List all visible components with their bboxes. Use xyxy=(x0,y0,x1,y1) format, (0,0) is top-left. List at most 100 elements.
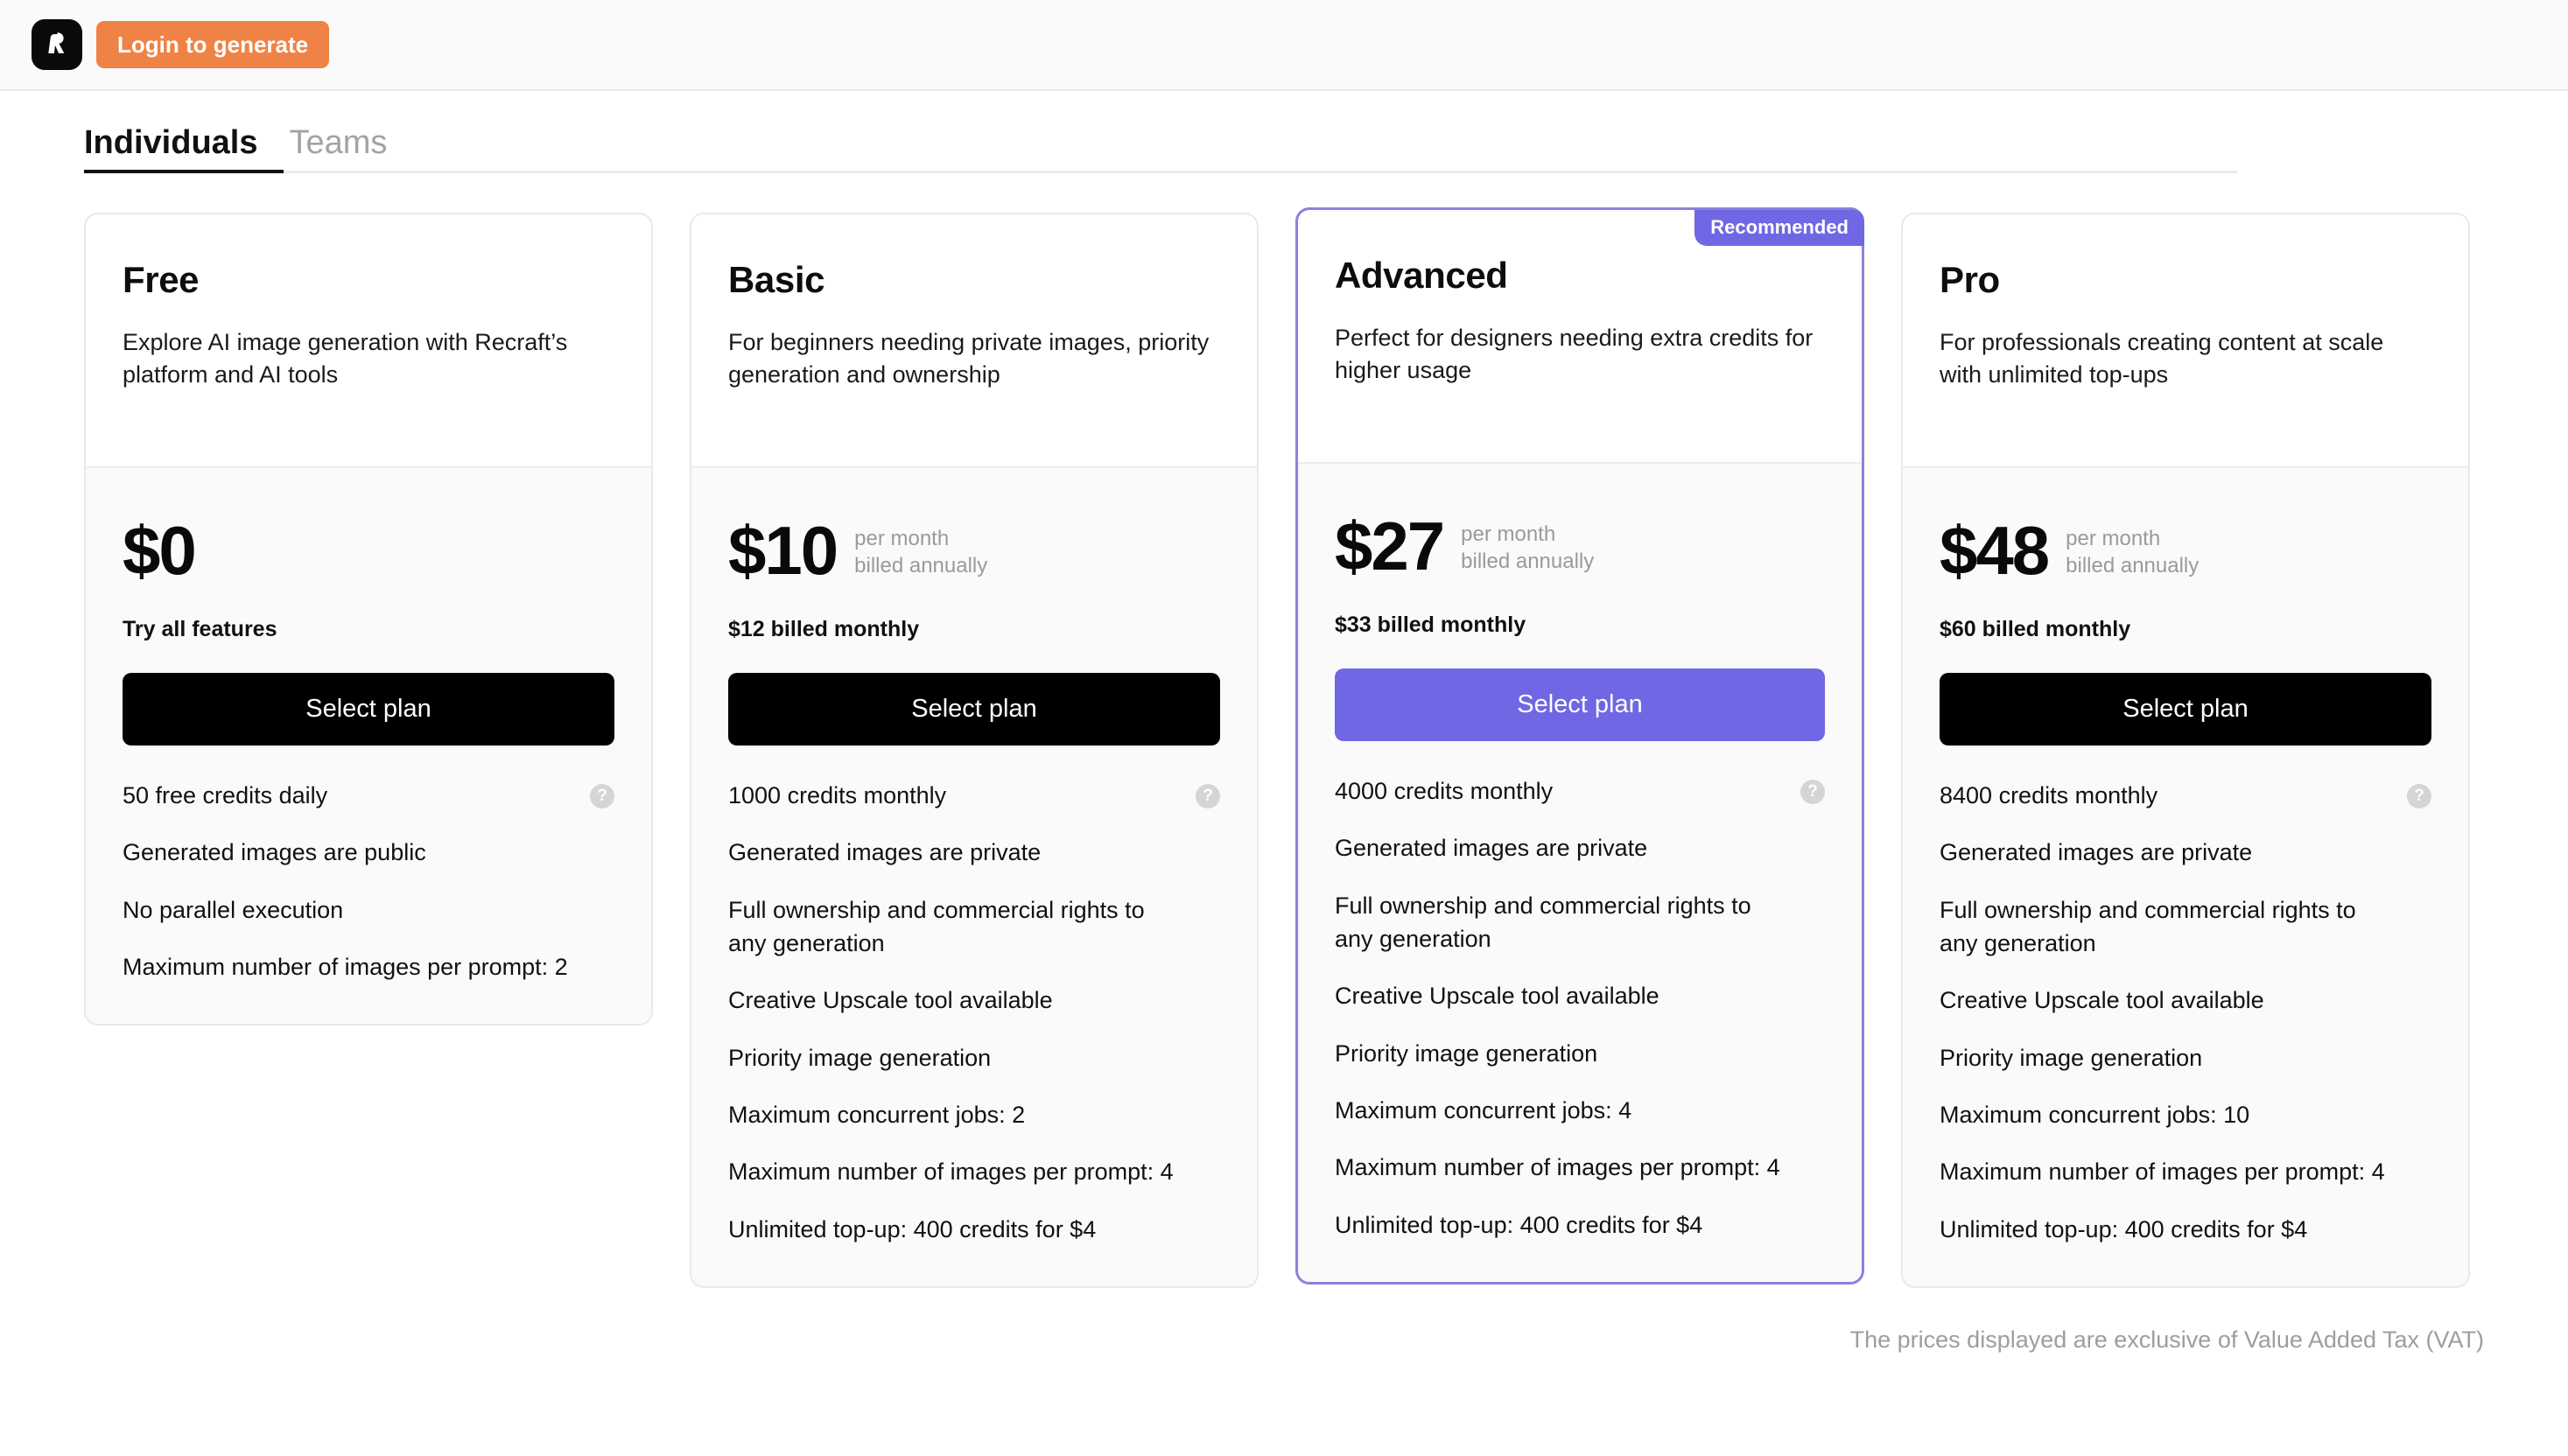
billed-note: Try all features xyxy=(123,616,277,641)
select-plan-button[interactable]: Select plan xyxy=(728,672,1220,746)
feature-item: Maximum concurrent jobs: 4 xyxy=(1335,1094,1825,1127)
feature-label: Maximum concurrent jobs: 4 xyxy=(1335,1096,1632,1124)
feature-item: Maximum concurrent jobs: 2 xyxy=(728,1098,1220,1131)
help-circle-icon[interactable]: ? xyxy=(1196,783,1220,808)
feature-item: Unlimited top-up: 400 credits for $4 xyxy=(1940,1213,2431,1246)
plan-title: Free xyxy=(123,258,200,300)
feature-item: Generated images are public xyxy=(123,836,614,869)
tab-individuals[interactable]: Individuals xyxy=(84,125,257,161)
feature-item: Full ownership and commercial rights to … xyxy=(728,893,1220,961)
feature-label: Maximum concurrent jobs: 10 xyxy=(1940,1101,2250,1128)
select-plan-button[interactable]: Select plan xyxy=(1335,668,1825,741)
price-row: $10 per month billed annually xyxy=(728,514,1220,587)
feature-label: Full ownership and commercial rights to … xyxy=(728,896,1145,956)
feature-label: No parallel execution xyxy=(123,896,344,923)
plan-card: Pro For professionals creating content at… xyxy=(1901,212,2470,1288)
price-period-line1: per month xyxy=(854,526,950,550)
feature-item: Generated images are private xyxy=(728,836,1220,869)
feature-item: Maximum number of images per prompt: 4 xyxy=(728,1155,1220,1188)
price-period-line2: billed annually xyxy=(1461,549,1595,573)
feature-item: Full ownership and commercial rights to … xyxy=(1940,893,2431,961)
feature-list: 50 free credits daily? Generated images a… xyxy=(123,779,614,984)
feature-label: Maximum number of images per prompt: 4 xyxy=(1940,1158,2385,1186)
tab-teams[interactable]: Teams xyxy=(289,125,387,161)
feature-item: Creative Upscale tool available xyxy=(1335,979,1825,1012)
plan-title: Basic xyxy=(728,258,825,300)
billed-note: $33 billed monthly xyxy=(1335,612,1526,637)
plan-description: For beginners needing private images, pr… xyxy=(728,328,1210,388)
feature-label: 4000 credits monthly xyxy=(1335,777,1554,804)
plan-title: Advanced xyxy=(1335,254,1508,296)
plan-description: For professionals creating content at sc… xyxy=(1940,328,2384,388)
help-circle-icon[interactable]: ? xyxy=(1800,779,1825,804)
plan-card: Free Explore AI image generation with Rec… xyxy=(84,212,653,1026)
pricing-plans-grid: Free Explore AI image generation with Rec… xyxy=(0,173,2568,1288)
recraft-logo-icon[interactable] xyxy=(32,19,82,70)
feature-label: Unlimited top-up: 400 credits for $4 xyxy=(728,1215,1097,1242)
feature-label: Creative Upscale tool available xyxy=(1335,983,1659,1010)
billed-note: $60 billed monthly xyxy=(1940,616,2131,641)
plan-header: Pro For professionals creating content at… xyxy=(1903,214,2468,468)
login-to-generate-button[interactable]: Login to generate xyxy=(96,21,330,68)
price-amount: $10 xyxy=(728,511,838,589)
feature-item: Maximum number of images per prompt: 4 xyxy=(1940,1155,2431,1188)
plan-card: Basic For beginners needing private image… xyxy=(690,212,1259,1288)
feature-label: Maximum number of images per prompt: 4 xyxy=(1335,1154,1780,1181)
tabs-active-indicator xyxy=(84,169,284,173)
help-circle-icon[interactable]: ? xyxy=(2407,783,2431,808)
feature-item: 4000 credits monthly? xyxy=(1335,774,1825,808)
feature-item: Creative Upscale tool available xyxy=(728,984,1220,1017)
plan-body: $10 per month billed annually $12 billed mo… xyxy=(691,467,1257,1286)
feature-label: Maximum number of images per prompt: 4 xyxy=(728,1158,1174,1186)
feature-item: Generated images are private xyxy=(1940,836,2431,869)
feature-item: Creative Upscale tool available xyxy=(1940,984,2431,1017)
price-amount: $48 xyxy=(1940,511,2050,589)
feature-list: 4000 credits monthly? Generated images ar… xyxy=(1335,774,1825,1242)
plan-card: Recommended Advanced Perfect for designers… xyxy=(1295,206,1864,1284)
feature-label: Creative Upscale tool available xyxy=(1940,987,2264,1014)
plan-body: $0 Try all features Select plan 50 free cre… xyxy=(86,467,651,1025)
feature-item: Maximum concurrent jobs: 10 xyxy=(1940,1098,2431,1131)
select-plan-button[interactable]: Select plan xyxy=(123,672,614,746)
feature-label: Generated images are public xyxy=(123,839,426,866)
feature-list: 1000 credits monthly? Generated images ar… xyxy=(728,779,1220,1246)
price-period-line1: per month xyxy=(2066,526,2161,550)
feature-label: Priority image generation xyxy=(1940,1044,2203,1071)
vat-note: The prices displayed are exclusive of Va… xyxy=(1849,1326,2484,1353)
feature-label: 50 free credits daily xyxy=(123,781,328,808)
price-row: $27 per month billed annually xyxy=(1335,509,1825,583)
price-period: per month billed annually xyxy=(1461,517,1594,575)
feature-item: Maximum number of images per prompt: 2 xyxy=(123,950,614,984)
price-amount: $27 xyxy=(1335,507,1445,584)
feature-label: Maximum concurrent jobs: 2 xyxy=(728,1101,1026,1128)
feature-label: Generated images are private xyxy=(728,839,1042,866)
price-period: per month billed annually xyxy=(854,522,987,579)
price-row: $48 per month billed annually xyxy=(1940,514,2431,587)
feature-item: Maximum number of images per prompt: 4 xyxy=(1335,1151,1825,1184)
plan-header: Free Explore AI image generation with Rec… xyxy=(86,214,651,468)
select-plan-button[interactable]: Select plan xyxy=(1940,672,2431,746)
feature-item: Unlimited top-up: 400 credits for $4 xyxy=(728,1213,1220,1246)
plan-title: Pro xyxy=(1940,258,2000,300)
plan-description: Explore AI image generation with Recraft… xyxy=(123,328,568,388)
feature-label: Priority image generation xyxy=(728,1044,992,1071)
plan-header: Basic For beginners needing private image… xyxy=(691,214,1257,468)
feature-item: 1000 credits monthly? xyxy=(728,779,1220,812)
feature-item: 50 free credits daily? xyxy=(123,779,614,812)
feature-item: 8400 credits monthly? xyxy=(1940,779,2431,812)
feature-label: Creative Upscale tool available xyxy=(728,987,1053,1014)
feature-label: Generated images are private xyxy=(1940,839,2253,866)
feature-label: 1000 credits monthly xyxy=(728,781,947,808)
plan-body: $27 per month billed annually $33 billed mo… xyxy=(1298,463,1862,1282)
price-row: $0 xyxy=(123,514,614,587)
feature-label: Unlimited top-up: 400 credits for $4 xyxy=(1335,1211,1703,1238)
plan-header: Advanced Perfect for designers needing ex… xyxy=(1298,209,1862,464)
feature-item: Unlimited top-up: 400 credits for $4 xyxy=(1335,1208,1825,1242)
help-circle-icon[interactable]: ? xyxy=(590,783,614,808)
price-period-line2: billed annually xyxy=(854,553,988,578)
audience-tabs: Individuals Teams xyxy=(84,91,2237,173)
tabs-divider xyxy=(84,170,2237,173)
price-period: per month billed annually xyxy=(2066,522,2199,579)
recommended-badge: Recommended xyxy=(1694,209,1864,246)
feature-label: 8400 credits monthly xyxy=(1940,781,2158,808)
